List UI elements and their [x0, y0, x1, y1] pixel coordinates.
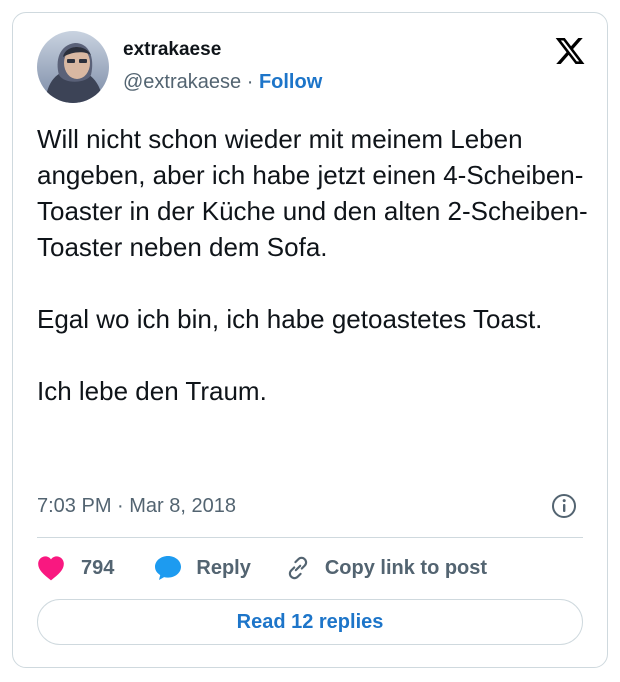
- info-icon[interactable]: [551, 493, 577, 519]
- author-handle-line: @extrakaese · Follow: [123, 71, 322, 94]
- author-display-name[interactable]: extrakaese: [123, 39, 221, 61]
- tweet-paragraph: Egal wo ich bin, ich habe getoastetes To…: [37, 304, 543, 334]
- x-logo-icon[interactable]: [553, 35, 587, 67]
- like-button[interactable]: 794: [37, 555, 114, 581]
- reply-label: Reply: [196, 556, 251, 579]
- divider: [37, 537, 583, 538]
- avatar[interactable]: [37, 31, 109, 103]
- copy-link-button[interactable]: Copy link to post: [285, 555, 487, 581]
- link-icon: [285, 555, 311, 581]
- tweet-text: Will nicht schon wieder mit meinem Leben…: [37, 121, 593, 409]
- author-handle[interactable]: @extrakaese: [123, 71, 241, 93]
- tweet-paragraph: Ich lebe den Traum.: [37, 376, 267, 406]
- copy-link-label: Copy link to post: [324, 556, 488, 579]
- follow-link[interactable]: Follow: [259, 71, 322, 93]
- reply-button[interactable]: Reply: [154, 555, 251, 581]
- avatar-image: [37, 31, 109, 103]
- tweet-paragraph: Will nicht schon wieder mit meinem Leben…: [37, 124, 588, 262]
- tweet-timestamp[interactable]: 7:03 PM · Mar 8, 2018: [37, 495, 236, 518]
- read-replies-button[interactable]: Read 12 replies: [37, 599, 583, 645]
- action-bar: 794 Reply Copy link to post: [37, 553, 487, 583]
- heart-icon: [37, 555, 65, 581]
- tweet-card: extrakaese @extrakaese · Follow Will nic…: [12, 12, 608, 668]
- like-count: 794: [81, 556, 115, 579]
- handle-separator: ·: [246, 71, 254, 93]
- reply-bubble-icon: [154, 555, 182, 581]
